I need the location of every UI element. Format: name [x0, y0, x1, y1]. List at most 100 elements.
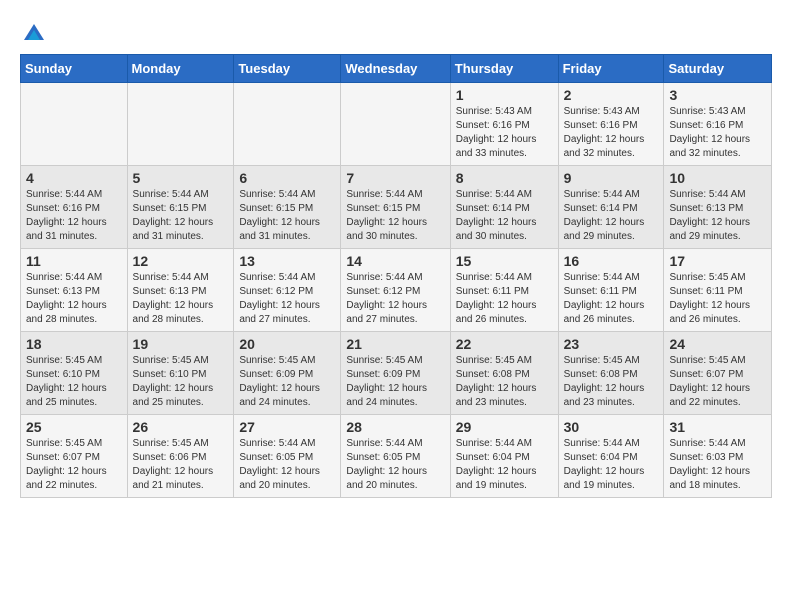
calendar-cell: 4 Sunrise: 5:44 AM Sunset: 6:16 PM Daylig…: [21, 166, 128, 249]
day-number: 16: [564, 253, 659, 269]
day-info: Sunrise: 5:45 AM Sunset: 6:10 PM Dayligh…: [26, 354, 122, 410]
day-number: 11: [26, 253, 122, 269]
day-info: Sunrise: 5:44 AM Sunset: 6:15 PM Dayligh…: [133, 188, 229, 244]
day-info: Sunrise: 5:45 AM Sunset: 6:07 PM Dayligh…: [26, 437, 122, 493]
logo: [20, 20, 46, 44]
day-number: 28: [346, 419, 444, 435]
day-number: 21: [346, 336, 444, 352]
calendar-header-wednesday: Wednesday: [341, 55, 450, 83]
day-number: 12: [133, 253, 229, 269]
calendar-header-thursday: Thursday: [450, 55, 558, 83]
calendar-cell: [341, 83, 450, 166]
calendar-cell: 3 Sunrise: 5:43 AM Sunset: 6:16 PM Daylig…: [664, 83, 772, 166]
calendar-cell: 8 Sunrise: 5:44 AM Sunset: 6:14 PM Daylig…: [450, 166, 558, 249]
day-info: Sunrise: 5:45 AM Sunset: 6:08 PM Dayligh…: [564, 354, 659, 410]
day-info: Sunrise: 5:43 AM Sunset: 6:16 PM Dayligh…: [456, 105, 553, 161]
day-info: Sunrise: 5:45 AM Sunset: 6:11 PM Dayligh…: [669, 271, 766, 327]
day-info: Sunrise: 5:44 AM Sunset: 6:14 PM Dayligh…: [456, 188, 553, 244]
calendar-cell: 21 Sunrise: 5:45 AM Sunset: 6:09 PM Dayli…: [341, 332, 450, 415]
calendar-cell: 31 Sunrise: 5:44 AM Sunset: 6:03 PM Dayli…: [664, 415, 772, 498]
calendar-cell: 6 Sunrise: 5:44 AM Sunset: 6:15 PM Daylig…: [234, 166, 341, 249]
day-info: Sunrise: 5:45 AM Sunset: 6:10 PM Dayligh…: [133, 354, 229, 410]
day-number: 7: [346, 170, 444, 186]
day-number: 10: [669, 170, 766, 186]
calendar-cell: [21, 83, 128, 166]
day-info: Sunrise: 5:45 AM Sunset: 6:08 PM Dayligh…: [456, 354, 553, 410]
day-number: 30: [564, 419, 659, 435]
day-number: 1: [456, 87, 553, 103]
calendar-header-sunday: Sunday: [21, 55, 128, 83]
calendar-cell: 5 Sunrise: 5:44 AM Sunset: 6:15 PM Daylig…: [127, 166, 234, 249]
calendar-cell: 17Sunrise: 5:45 AM Sunset: 6:11 PM Dayli…: [664, 249, 772, 332]
day-number: 19: [133, 336, 229, 352]
day-info: Sunrise: 5:44 AM Sunset: 6:13 PM Dayligh…: [26, 271, 122, 327]
day-info: Sunrise: 5:44 AM Sunset: 6:15 PM Dayligh…: [346, 188, 444, 244]
header: [20, 20, 772, 44]
calendar-week-row: 1 Sunrise: 5:43 AM Sunset: 6:16 PM Daylig…: [21, 83, 772, 166]
day-info: Sunrise: 5:45 AM Sunset: 6:07 PM Dayligh…: [669, 354, 766, 410]
day-number: 27: [239, 419, 335, 435]
day-number: 5: [133, 170, 229, 186]
calendar-cell: 30 Sunrise: 5:44 AM Sunset: 6:04 PM Dayli…: [558, 415, 664, 498]
day-info: Sunrise: 5:44 AM Sunset: 6:03 PM Dayligh…: [669, 437, 766, 493]
day-number: 4: [26, 170, 122, 186]
day-number: 29: [456, 419, 553, 435]
calendar-cell: 10 Sunrise: 5:44 AM Sunset: 6:13 PM Dayli…: [664, 166, 772, 249]
calendar-week-row: 25 Sunrise: 5:45 AM Sunset: 6:07 PM Dayli…: [21, 415, 772, 498]
day-info: Sunrise: 5:44 AM Sunset: 6:13 PM Dayligh…: [669, 188, 766, 244]
calendar-cell: 26 Sunrise: 5:45 AM Sunset: 6:06 PM Dayli…: [127, 415, 234, 498]
day-info: Sunrise: 5:44 AM Sunset: 6:15 PM Dayligh…: [239, 188, 335, 244]
day-number: 9: [564, 170, 659, 186]
calendar-header-monday: Monday: [127, 55, 234, 83]
calendar-header-friday: Friday: [558, 55, 664, 83]
calendar-cell: 7 Sunrise: 5:44 AM Sunset: 6:15 PM Daylig…: [341, 166, 450, 249]
day-info: Sunrise: 5:44 AM Sunset: 6:04 PM Dayligh…: [564, 437, 659, 493]
logo-icon: [22, 20, 46, 44]
calendar-cell: 15Sunrise: 5:44 AM Sunset: 6:11 PM Dayli…: [450, 249, 558, 332]
calendar-week-row: 18 Sunrise: 5:45 AM Sunset: 6:10 PM Dayli…: [21, 332, 772, 415]
day-number: 3: [669, 87, 766, 103]
day-number: 14: [346, 253, 444, 269]
day-info: Sunrise: 5:44 AM Sunset: 6:11 PM Dayligh…: [564, 271, 659, 327]
calendar-cell: 27 Sunrise: 5:44 AM Sunset: 6:05 PM Dayli…: [234, 415, 341, 498]
calendar-cell: 25 Sunrise: 5:45 AM Sunset: 6:07 PM Dayli…: [21, 415, 128, 498]
calendar-cell: 28 Sunrise: 5:44 AM Sunset: 6:05 PM Dayli…: [341, 415, 450, 498]
day-number: 8: [456, 170, 553, 186]
calendar-header-tuesday: Tuesday: [234, 55, 341, 83]
calendar-cell: 18 Sunrise: 5:45 AM Sunset: 6:10 PM Dayli…: [21, 332, 128, 415]
calendar-cell: 19 Sunrise: 5:45 AM Sunset: 6:10 PM Dayli…: [127, 332, 234, 415]
calendar-cell: 20Sunrise: 5:45 AM Sunset: 6:09 PM Dayli…: [234, 332, 341, 415]
day-info: Sunrise: 5:44 AM Sunset: 6:14 PM Dayligh…: [564, 188, 659, 244]
calendar-cell: [127, 83, 234, 166]
day-number: 25: [26, 419, 122, 435]
calendar-week-row: 11 Sunrise: 5:44 AM Sunset: 6:13 PM Dayli…: [21, 249, 772, 332]
day-number: 2: [564, 87, 659, 103]
calendar-cell: 9 Sunrise: 5:44 AM Sunset: 6:14 PM Daylig…: [558, 166, 664, 249]
day-info: Sunrise: 5:44 AM Sunset: 6:11 PM Dayligh…: [456, 271, 553, 327]
day-number: 18: [26, 336, 122, 352]
day-number: 13: [239, 253, 335, 269]
day-number: 6: [239, 170, 335, 186]
calendar-header-row: SundayMondayTuesdayWednesdayThursdayFrid…: [21, 55, 772, 83]
calendar-cell: 22Sunrise: 5:45 AM Sunset: 6:08 PM Dayli…: [450, 332, 558, 415]
day-number: 31: [669, 419, 766, 435]
day-info: Sunrise: 5:44 AM Sunset: 6:04 PM Dayligh…: [456, 437, 553, 493]
day-info: Sunrise: 5:43 AM Sunset: 6:16 PM Dayligh…: [669, 105, 766, 161]
calendar-cell: 23 Sunrise: 5:45 AM Sunset: 6:08 PM Dayli…: [558, 332, 664, 415]
day-number: 24: [669, 336, 766, 352]
day-info: Sunrise: 5:44 AM Sunset: 6:05 PM Dayligh…: [239, 437, 335, 493]
calendar: SundayMondayTuesdayWednesdayThursdayFrid…: [20, 54, 772, 498]
day-info: Sunrise: 5:45 AM Sunset: 6:09 PM Dayligh…: [346, 354, 444, 410]
calendar-header-saturday: Saturday: [664, 55, 772, 83]
day-info: Sunrise: 5:44 AM Sunset: 6:05 PM Dayligh…: [346, 437, 444, 493]
day-info: Sunrise: 5:45 AM Sunset: 6:06 PM Dayligh…: [133, 437, 229, 493]
day-info: Sunrise: 5:44 AM Sunset: 6:16 PM Dayligh…: [26, 188, 122, 244]
day-number: 23: [564, 336, 659, 352]
calendar-cell: 14Sunrise: 5:44 AM Sunset: 6:12 PM Dayli…: [341, 249, 450, 332]
day-info: Sunrise: 5:44 AM Sunset: 6:12 PM Dayligh…: [239, 271, 335, 327]
calendar-cell: 12Sunrise: 5:44 AM Sunset: 6:13 PM Dayli…: [127, 249, 234, 332]
calendar-cell: 24 Sunrise: 5:45 AM Sunset: 6:07 PM Dayli…: [664, 332, 772, 415]
calendar-cell: 11 Sunrise: 5:44 AM Sunset: 6:13 PM Dayli…: [21, 249, 128, 332]
calendar-cell: 29 Sunrise: 5:44 AM Sunset: 6:04 PM Dayli…: [450, 415, 558, 498]
day-number: 26: [133, 419, 229, 435]
